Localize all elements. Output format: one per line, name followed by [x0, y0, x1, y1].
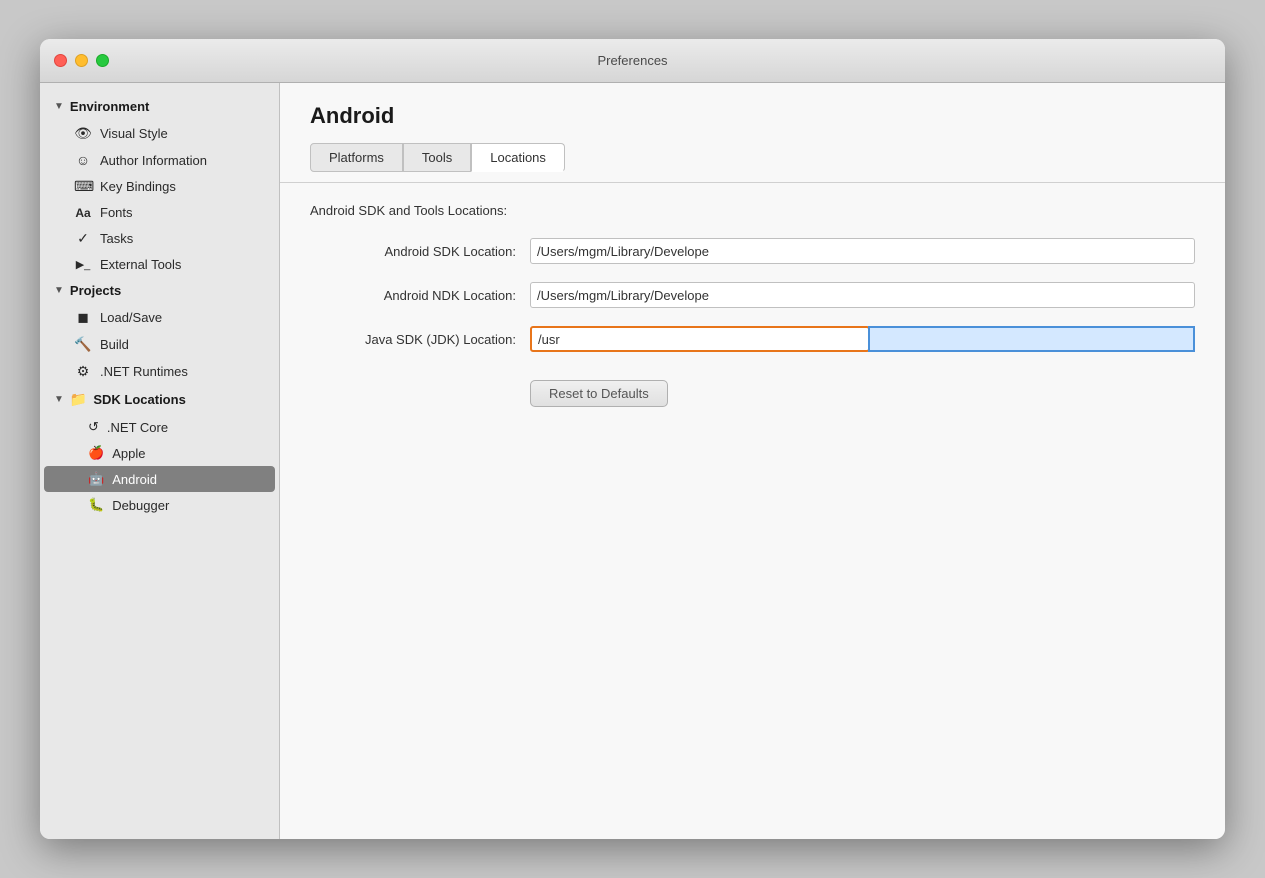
debugger-icon: 🐛: [88, 497, 104, 513]
font-icon: Aa: [74, 206, 92, 220]
sidebar-item-author-information[interactable]: ☺ Author Information: [40, 147, 279, 173]
java-sdk-input[interactable]: [530, 326, 870, 352]
sidebar-item-key-bindings[interactable]: ⌨ Key Bindings: [40, 173, 279, 200]
android-sdk-input[interactable]: [530, 238, 1195, 264]
sidebar-item-build[interactable]: 🔨 Build: [40, 331, 279, 358]
close-button[interactable]: [54, 54, 67, 67]
tabs-bar: Platforms Tools Locations: [310, 143, 1195, 172]
sidebar-item-net-runtimes[interactable]: ⚙ .NET Runtimes: [40, 358, 279, 385]
android-ndk-field-row: Android NDK Location:: [310, 282, 1195, 308]
android-sdk-field-row: Android SDK Location:: [310, 238, 1195, 264]
android-sdk-label: Android SDK Location:: [310, 244, 530, 259]
eye-icon: 👁: [74, 125, 92, 142]
projects-section-label: Projects: [70, 283, 121, 298]
preferences-window: Preferences ▼ Environment 👁 Visual Style…: [40, 39, 1225, 839]
java-sdk-extended-input: [868, 326, 1196, 352]
traffic-lights: [54, 54, 109, 67]
main-header: Android Platforms Tools Locations: [280, 83, 1225, 183]
section-label: Android SDK and Tools Locations:: [310, 203, 1195, 218]
chevron-down-icon: ▼: [54, 101, 64, 112]
sidebar-item-fonts[interactable]: Aa Fonts: [40, 200, 279, 225]
sidebar-section-environment[interactable]: ▼ Environment: [40, 93, 279, 120]
titlebar: Preferences: [40, 39, 1225, 83]
window-title: Preferences: [597, 53, 667, 68]
reset-to-defaults-button[interactable]: Reset to Defaults: [530, 380, 668, 407]
chevron-down-icon-sdk: ▼: [54, 394, 64, 405]
terminal-icon: ▶_: [74, 258, 92, 271]
sidebar-item-tasks[interactable]: ✓ Tasks: [40, 225, 279, 252]
maximize-button[interactable]: [96, 54, 109, 67]
build-icon: 🔨: [74, 336, 92, 353]
main-body: Android SDK and Tools Locations: Android…: [280, 183, 1225, 839]
tab-platforms[interactable]: Platforms: [310, 143, 403, 172]
android-ndk-label: Android NDK Location:: [310, 288, 530, 303]
chevron-down-icon-projects: ▼: [54, 285, 64, 296]
sidebar-item-external-tools[interactable]: ▶_ External Tools: [40, 252, 279, 277]
content-area: ▼ Environment 👁 Visual Style ☺ Author In…: [40, 83, 1225, 839]
keyboard-icon: ⌨: [74, 178, 92, 195]
java-sdk-label: Java SDK (JDK) Location:: [310, 332, 530, 347]
folder-icon: 📁: [70, 391, 87, 408]
sidebar-item-android[interactable]: 🤖 Android: [44, 466, 275, 492]
android-ndk-input[interactable]: [530, 282, 1195, 308]
sidebar-item-visual-style[interactable]: 👁 Visual Style: [40, 120, 279, 147]
android-icon: 🤖: [88, 471, 104, 487]
sidebar-section-projects[interactable]: ▼ Projects: [40, 277, 279, 304]
environment-section-label: Environment: [70, 99, 149, 114]
apple-icon: 🍎: [88, 445, 104, 461]
main-content: Android Platforms Tools Locations Androi…: [280, 83, 1225, 839]
gear-icon: ⚙: [74, 363, 92, 380]
sidebar-item-apple[interactable]: 🍎 Apple: [40, 440, 279, 466]
sidebar: ▼ Environment 👁 Visual Style ☺ Author In…: [40, 83, 280, 839]
page-title: Android: [310, 103, 1195, 129]
tab-tools[interactable]: Tools: [403, 143, 471, 172]
sidebar-item-debugger[interactable]: 🐛 Debugger: [40, 492, 279, 518]
tab-locations[interactable]: Locations: [471, 143, 565, 172]
java-sdk-field-row: Java SDK (JDK) Location:: [310, 326, 1195, 352]
sidebar-item-load-save[interactable]: ◼ Load/Save: [40, 304, 279, 331]
net-core-icon: ↺: [88, 419, 99, 435]
sidebar-item-net-core[interactable]: ↺ .NET Core: [40, 414, 279, 440]
smiley-icon: ☺: [74, 152, 92, 168]
sidebar-section-sdk-locations[interactable]: ▼ 📁 SDK Locations: [40, 385, 279, 414]
check-icon: ✓: [74, 230, 92, 247]
sdk-locations-label: SDK Locations: [93, 392, 185, 407]
minimize-button[interactable]: [75, 54, 88, 67]
load-save-icon: ◼: [74, 309, 92, 326]
